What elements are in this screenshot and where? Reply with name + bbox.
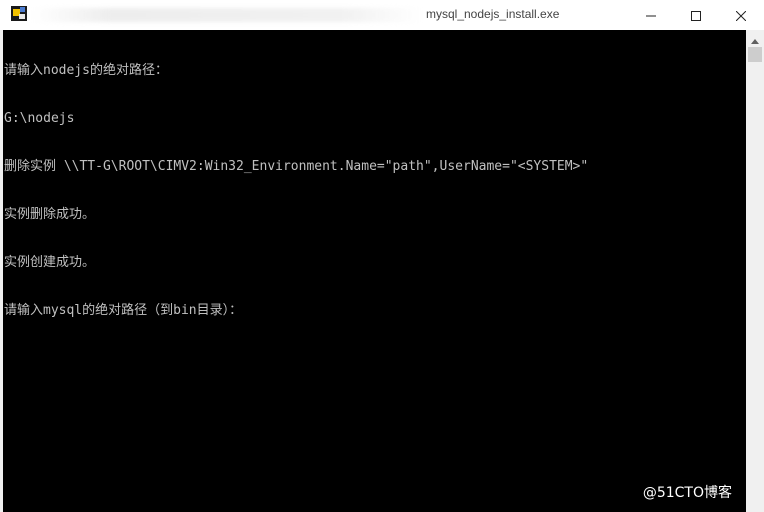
redacted-title-area <box>32 8 422 22</box>
maximize-button[interactable] <box>673 0 719 30</box>
minimize-button[interactable] <box>628 0 674 30</box>
close-button[interactable] <box>718 0 764 30</box>
console-line: 请输入nodejs的绝对路径： <box>4 63 168 78</box>
vertical-scrollbar[interactable] <box>746 30 764 512</box>
console-line: 请输入mysql的绝对路径（到bin目录）： <box>4 303 243 318</box>
close-icon <box>735 6 747 25</box>
console-line: 实例创建成功。 <box>4 255 96 270</box>
window-title: mysql_nodejs_install.exe <box>426 7 560 21</box>
scroll-thumb[interactable] <box>748 47 762 62</box>
console-output[interactable]: 请输入nodejs的绝对路径： G:\nodejs 删除实例 \\TT-G\RO… <box>3 30 746 512</box>
console-window: mysql_nodejs_install.exe 请输入nodejs的绝对路径：… <box>0 0 764 512</box>
console-line: 实例删除成功。 <box>4 207 96 222</box>
app-icon[interactable] <box>11 6 27 21</box>
title-bar[interactable]: mysql_nodejs_install.exe <box>0 0 764 30</box>
console-text: 请输入nodejs的绝对路径： G:\nodejs 删除实例 \\TT-G\RO… <box>4 31 588 351</box>
maximize-icon <box>691 6 701 25</box>
watermark: @51CTO博客 <box>642 485 732 501</box>
console-line: 删除实例 \\TT-G\ROOT\CIMV2:Win32_Environment… <box>4 159 589 174</box>
minimize-icon <box>646 6 656 25</box>
console-line: G:\nodejs <box>4 111 75 126</box>
scroll-up-button[interactable] <box>746 30 764 47</box>
scroll-up-arrow-icon <box>751 29 759 48</box>
